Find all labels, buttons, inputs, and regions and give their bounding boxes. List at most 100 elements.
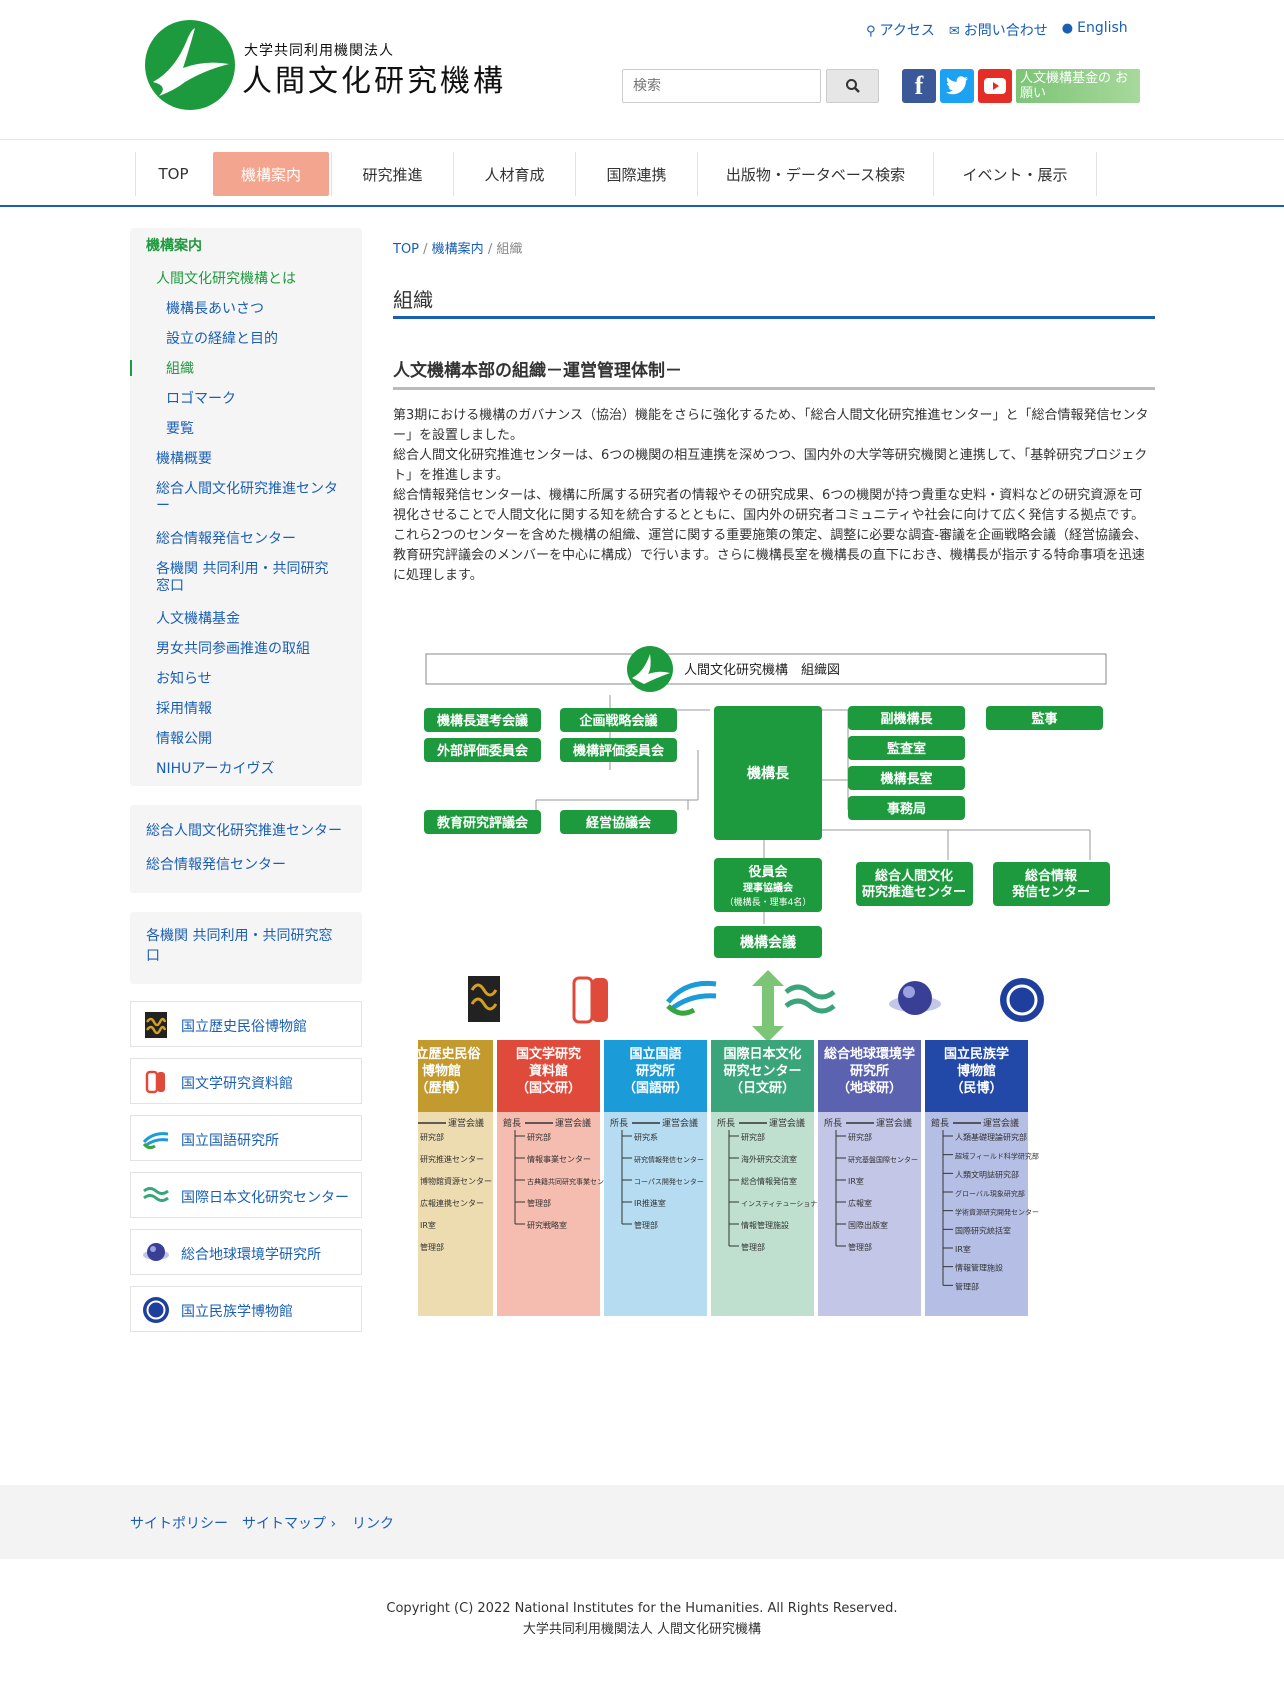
box-external-evaluation-label: 外部評価委員会 — [436, 743, 529, 759]
box-info-center-label: 発信センター — [1011, 884, 1090, 900]
facebook-icon[interactable]: f — [902, 69, 936, 103]
sidebar-item-joint-research[interactable]: 各機関 共同利用・共同研究窓口 — [156, 561, 336, 595]
sidebar-research-center-link[interactable]: 総合人間文化研究推進センター — [146, 823, 342, 840]
institute-unit: グローバル現象研究部 — [955, 1189, 1025, 1198]
institute-unit: IR室 — [955, 1244, 971, 1254]
nichibunken-wave-icon — [784, 984, 836, 1000]
nav-training[interactable]: 人材育成 — [453, 152, 575, 196]
sidebar-item-recruit[interactable]: 採用情報 — [156, 701, 212, 718]
sidebar-item-brochure[interactable]: 要覧 — [166, 421, 194, 438]
institute-unit: 研究部 — [741, 1132, 765, 1142]
footer-links: サイトポリシー サイトマップ › リンク — [0, 1485, 1284, 1559]
breadcrumb-top[interactable]: TOP — [393, 242, 419, 257]
nihu-logo-icon[interactable] — [145, 20, 235, 110]
sidebar-item-info-center[interactable]: 総合情報発信センター — [156, 531, 296, 548]
footer-sitemap[interactable]: サイトマップ › — [242, 1513, 336, 1533]
box-president-office-label: 機構長室 — [880, 771, 932, 787]
logo-title[interactable]: 人間文化研究機構 — [242, 56, 506, 100]
institute-name: （地球研） — [837, 1080, 902, 1096]
rekihaku-logo-icon — [468, 976, 500, 1022]
sidebar-item-disclosure[interactable]: 情報公開 — [156, 731, 212, 748]
institute-unit: 管理部 — [420, 1242, 444, 1252]
box-education-council-label: 教育研究評議会 — [436, 815, 529, 831]
sidebar-item-news[interactable]: お知らせ — [156, 671, 212, 688]
english-link[interactable]: ● English — [1062, 20, 1128, 40]
sidebar-item-research-center[interactable]: 総合人間文化研究推進センター — [156, 481, 346, 515]
nav-research[interactable]: 研究推進 — [331, 152, 453, 196]
institute-unit: IR室 — [420, 1220, 436, 1230]
institute-unit: 情報管理施設 — [741, 1220, 789, 1230]
box-president-selection-label: 機構長選考会議 — [437, 713, 528, 729]
sidebar-item-archives[interactable]: NIHUアーカイヴズ — [156, 761, 275, 778]
nav-top[interactable]: TOP — [135, 152, 211, 196]
box-research-center-label: 総合人間文化 — [875, 868, 953, 884]
paragraph: 総合情報発信センターは、機構に所属する研究者の情報やその研究成果、6つの機関が持… — [393, 488, 1145, 523]
globe-icon — [143, 1243, 169, 1261]
box-audit-office-label: 監査室 — [887, 741, 926, 757]
institute-committee: 運営会議 — [662, 1117, 698, 1129]
institute-name: 研究所 — [850, 1063, 889, 1079]
nav-events[interactable]: イベント・展示 — [933, 152, 1097, 196]
search-input[interactable] — [622, 69, 821, 103]
sidebar-item-organization[interactable]: 組織 — [166, 361, 194, 378]
nichibunken-icon — [143, 1187, 169, 1202]
sidebar-centers — [130, 805, 362, 893]
institute-unit: 国際出版室 — [848, 1220, 888, 1230]
box-auditor-label: 監事 — [1031, 711, 1057, 727]
sidebar-item-greeting[interactable]: 機構長あいさつ — [166, 301, 264, 318]
sidebar-info-center-link[interactable]: 総合情報発信センター — [146, 857, 286, 874]
institute-unit: 研究部 — [848, 1132, 872, 1142]
nijl-book-icon — [592, 978, 608, 1022]
sidebar-item-logo[interactable]: ロゴマーク — [166, 391, 236, 408]
footer-links-page[interactable]: リンク — [352, 1513, 394, 1533]
breadcrumb-about[interactable]: 機構案内 — [432, 242, 484, 257]
institute-rekihaku[interactable]: 国立歴史民俗博物館 — [130, 1001, 362, 1047]
institute-nijl[interactable]: 国文学研究資料館 — [130, 1058, 362, 1104]
institute-chikyuken[interactable]: 総合地球環境学研究所 — [130, 1229, 362, 1275]
footer-site-policy[interactable]: サイトポリシー — [130, 1513, 228, 1533]
institute-unit: 情報事業センター — [527, 1154, 591, 1164]
institute-name: 総合地球環境学 — [824, 1046, 915, 1062]
breadcrumb: TOP / 機構案内 / 組織 — [393, 242, 523, 257]
institute-unit: 研究部 — [420, 1132, 444, 1142]
active-marker — [130, 360, 132, 376]
nav-about[interactable]: 機構案内 — [213, 152, 329, 196]
sidebar-item-history[interactable]: 設立の経緯と目的 — [166, 331, 278, 348]
sidebar-heading[interactable]: 機構案内 — [146, 238, 202, 255]
paragraph: 総合人間文化研究推進センターは、6つの機関の相互連携を深めつつ、国内外の大学等研… — [393, 448, 1148, 483]
globe-icon: ● — [1061, 21, 1074, 36]
search-button[interactable] — [826, 69, 879, 103]
fund-banner[interactable]: 人文機構基金の お願い — [1016, 69, 1140, 103]
sidebar-joint-link[interactable]: 各機関 共同利用・共同研究窓口 — [146, 926, 336, 966]
access-link[interactable]: ⚲ アクセス — [866, 20, 935, 40]
envelope-icon: ✉ — [948, 24, 960, 39]
institute-unit: 研究部 — [527, 1132, 551, 1142]
institute-unit: 管理部 — [955, 1281, 979, 1291]
sidebar-item-overview[interactable]: 機構概要 — [156, 451, 212, 468]
institute-unit: 広報室 — [848, 1198, 872, 1208]
institute-nichibunken[interactable]: 国際日本文化研究センター — [130, 1172, 362, 1218]
youtube-icon[interactable] — [978, 69, 1012, 103]
institute-unit: 管理部 — [527, 1198, 551, 1208]
chikyuken-globe-icon — [898, 981, 932, 1015]
sidebar-item-about-nihu[interactable]: 人間文化研究機構とは — [156, 271, 296, 288]
institute-minpaku[interactable]: 国立民族学博物館 — [130, 1286, 362, 1332]
nav-international[interactable]: 国際連携 — [575, 152, 697, 196]
copyright-org: 大学共同利用機関法人 人間文化研究機構 — [522, 1622, 762, 1637]
institute-name: （日文研） — [730, 1080, 795, 1096]
double-arrow-icon — [752, 970, 784, 1042]
institute-name: 研究センター — [723, 1063, 801, 1079]
contact-link[interactable]: ✉ お問い合わせ — [949, 20, 1048, 40]
twitter-icon[interactable] — [940, 69, 974, 103]
nav-publications[interactable]: 出版物・データベース検索 — [697, 152, 933, 196]
institute-unit: 国際研究統括室 — [955, 1225, 1011, 1235]
ninjal-icon — [142, 1132, 169, 1150]
section-title: 人文機構本部の組織－運営管理体制－ — [393, 361, 682, 381]
sidebar-item-gender-equality[interactable]: 男女共同参画推進の取組 — [156, 641, 310, 658]
institute-ninjal[interactable]: 国立国語研究所 — [130, 1115, 362, 1161]
copyright-text: Copyright (C) 2022 National Institutes f… — [386, 1601, 898, 1616]
institute-name: 資料館 — [529, 1063, 568, 1079]
institute-unit: 研究戦略室 — [527, 1220, 567, 1230]
institute-name: （国語研） — [623, 1080, 688, 1096]
sidebar-item-fund[interactable]: 人文機構基金 — [156, 611, 240, 628]
